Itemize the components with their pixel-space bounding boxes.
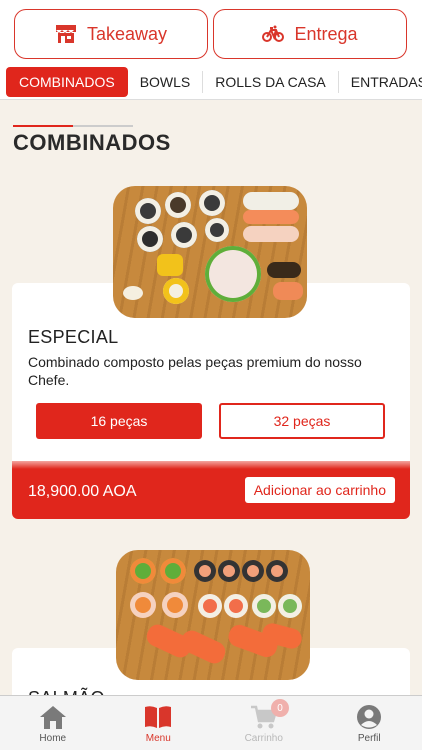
nav-profile[interactable]: Perfil <box>317 696 422 750</box>
nav-profile-label: Perfil <box>357 733 381 744</box>
price-bar: 18,900.00 AOA Adicionar ao carrinho <box>12 461 410 519</box>
delivery-label: Entrega <box>294 23 358 44</box>
tab-combinados[interactable]: COMBINADOS <box>6 66 128 97</box>
section-title: COMBINADOS <box>13 130 171 155</box>
takeaway-button[interactable]: Takeaway <box>14 9 208 59</box>
tab-bowls[interactable]: BOWLS <box>128 70 204 93</box>
order-mode-bar: Takeaway Entrega <box>0 0 422 64</box>
product-image <box>116 550 310 680</box>
bicycle-icon <box>262 25 285 43</box>
bottom-nav: Home Menu 0 Carrinho Perfil <box>0 695 422 750</box>
option-16-pecas[interactable]: 16 peças <box>36 403 202 439</box>
tab-entradas[interactable]: ENTRADAS <box>339 71 422 93</box>
section-underline <box>13 125 133 127</box>
takeaway-label: Takeaway <box>86 23 168 44</box>
delivery-button[interactable]: Entrega <box>213 9 407 59</box>
option-32-pecas[interactable]: 32 peças <box>219 403 385 439</box>
nav-home-label: Home <box>39 733 67 744</box>
product-image <box>113 186 307 318</box>
cart-count-badge: 0 <box>271 699 289 717</box>
nav-cart-label: Carrinho <box>244 733 283 744</box>
user-icon <box>354 704 384 733</box>
add-to-cart-button[interactable]: Adicionar ao carrinho <box>244 477 395 503</box>
nav-home[interactable]: Home <box>0 696 106 750</box>
product-name: ESPECIAL <box>28 327 119 347</box>
book-icon <box>143 704 173 733</box>
product-description: Combinado composto pelas peças premium d… <box>28 354 362 388</box>
nav-menu[interactable]: Menu <box>106 696 212 750</box>
store-icon <box>55 24 77 44</box>
category-tabs: COMBINADOS BOWLS ROLLS DA CASA ENTRADAS <box>0 64 422 100</box>
nav-menu-label: Menu <box>145 733 171 744</box>
tab-rolls-da-casa[interactable]: ROLLS DA CASA <box>203 70 339 93</box>
product-card[interactable]: ESPECIAL Combinado composto pelas peças … <box>12 283 410 519</box>
product-price: 18,900.00 AOA <box>28 483 137 500</box>
home-icon <box>38 704 68 733</box>
nav-cart[interactable]: 0 Carrinho <box>211 696 317 750</box>
